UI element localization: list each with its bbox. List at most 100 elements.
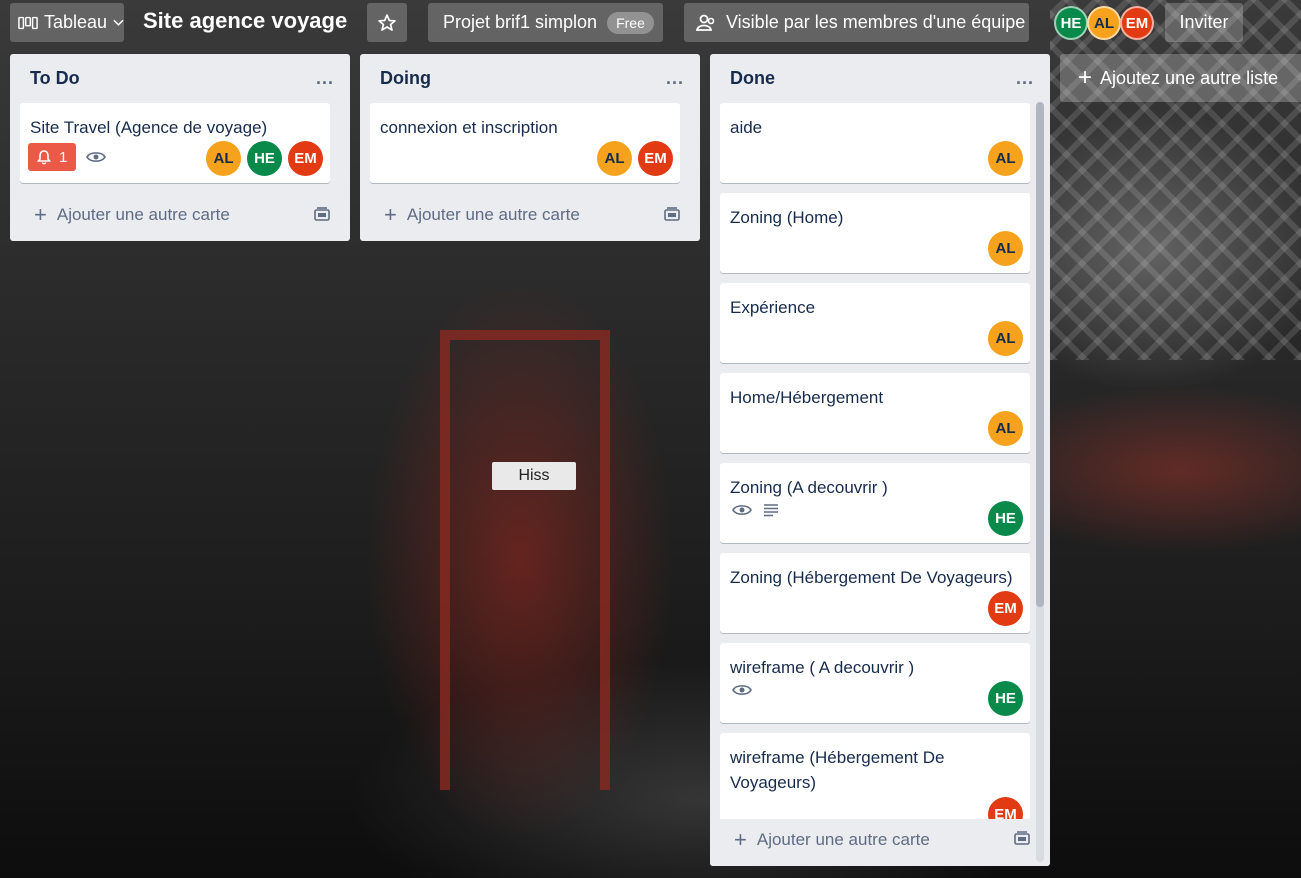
card[interactable]: Zoning (Hébergement De Voyageurs) EM — [720, 553, 1030, 633]
card-members: EM — [988, 591, 1023, 626]
eye-icon — [732, 685, 752, 695]
invite-button[interactable]: Inviter — [1165, 3, 1243, 42]
description-icon — [764, 504, 778, 517]
list-header: Done ... — [710, 54, 1050, 102]
workspace-button[interactable]: Projet brif1 simplon Free — [428, 3, 663, 42]
card[interactable]: Site Travel (Agence de voyage) 1 AL HE E… — [20, 103, 330, 183]
card-title: connexion et inscription — [380, 118, 558, 137]
card-template-icon[interactable] — [1014, 831, 1030, 845]
card-badges — [728, 683, 752, 697]
eye-icon — [86, 152, 107, 162]
card[interactable]: Zoning (A decouvrir ) HE — [720, 463, 1030, 543]
card-title: wireframe (Hébergement De Voyageurs) — [730, 748, 945, 792]
card-title: wireframe ( A decouvrir ) — [730, 658, 915, 677]
card-title: Zoning (Home) — [730, 208, 844, 227]
member-avatar-al[interactable]: AL — [988, 141, 1023, 176]
add-card-label: Ajouter une autre carte — [406, 205, 580, 224]
list-menu-icon[interactable]: ... — [666, 68, 684, 89]
list-menu-icon[interactable]: ... — [1016, 68, 1034, 89]
member-avatar-al[interactable]: AL — [206, 141, 241, 176]
notification-count: 1 — [59, 148, 68, 166]
add-card-footer: + Ajouter une autre carte — [710, 819, 1050, 866]
free-badge: Free — [607, 11, 654, 34]
list-doing: Doing ... connexion et inscription AL EM… — [360, 54, 700, 241]
workspace-label: Projet brif1 simplon — [443, 12, 598, 32]
plus-icon: + — [34, 202, 47, 227]
list-title[interactable]: Doing — [380, 68, 431, 89]
add-card-label: Ajouter une autre carte — [756, 830, 930, 849]
visibility-button[interactable]: Visible par les membres d'une équipe — [684, 3, 1029, 42]
list-header: To Do ... — [10, 54, 350, 102]
list-title[interactable]: Done — [730, 68, 775, 89]
plus-icon: + — [384, 202, 397, 227]
scroll-thumb[interactable] — [1036, 102, 1044, 607]
card[interactable]: Home/Hébergement AL — [720, 373, 1030, 453]
card-members: HE — [988, 501, 1023, 536]
card-members: AL — [988, 141, 1023, 176]
add-list-button[interactable]: + Ajoutez une autre liste — [1060, 54, 1301, 102]
list-title[interactable]: To Do — [30, 68, 80, 89]
background-elevator — [440, 330, 610, 790]
card-template-icon[interactable] — [664, 207, 680, 221]
notification-badge[interactable]: 1 — [28, 143, 77, 171]
board-icon — [18, 16, 38, 29]
member-avatar-al[interactable]: AL — [988, 411, 1023, 446]
card[interactable]: wireframe ( A decouvrir ) HE — [720, 643, 1030, 723]
card[interactable]: wireframe (Hébergement De Voyageurs) EM — [720, 733, 1030, 832]
list-scrollbar[interactable] — [1036, 102, 1044, 862]
card-members: AL — [988, 411, 1023, 446]
card[interactable]: connexion et inscription AL EM — [370, 103, 680, 183]
card-members: HE — [988, 681, 1023, 716]
board-menu-label: Tableau — [44, 12, 108, 32]
member-avatar-he[interactable]: HE — [1054, 6, 1088, 40]
member-avatar-em[interactable]: EM — [288, 141, 323, 176]
add-card-button[interactable]: + Ajouter une autre carte — [34, 204, 230, 226]
invite-label: Inviter — [1179, 12, 1229, 32]
member-avatar-he[interactable]: HE — [988, 501, 1023, 536]
list-todo: To Do ... Site Travel (Agence de voyage)… — [10, 54, 350, 241]
member-avatar-he[interactable]: HE — [247, 141, 282, 176]
card-title: Home/Hébergement — [730, 388, 884, 407]
plus-icon: + — [734, 827, 747, 852]
card-members: AL — [988, 321, 1023, 356]
list-done: Done ... aide AL Zoning (Home) AL Expéri… — [710, 54, 1050, 866]
member-avatar-em[interactable]: EM — [1120, 6, 1154, 40]
member-avatar-al[interactable]: AL — [988, 231, 1023, 266]
eye-icon — [732, 505, 752, 515]
add-card-label: Ajouter une autre carte — [56, 205, 230, 224]
member-avatar-em[interactable]: EM — [988, 591, 1023, 626]
add-card-button[interactable]: + Ajouter une autre carte — [734, 829, 930, 851]
card-title: Expérience — [730, 298, 816, 317]
bell-icon — [37, 149, 51, 164]
team-visibility-icon — [696, 14, 715, 31]
card[interactable]: aide AL — [720, 103, 1030, 183]
card-members: AL HE EM — [206, 141, 323, 176]
board-menu-button[interactable]: Tableau — [10, 3, 124, 42]
star-icon — [378, 13, 396, 31]
visibility-label: Visible par les membres d'une équipe — [726, 12, 1026, 32]
card-title: aide — [730, 118, 763, 137]
list-menu-icon[interactable]: ... — [316, 68, 334, 89]
member-avatar-al[interactable]: AL — [1087, 6, 1121, 40]
plus-icon: + — [1078, 64, 1093, 91]
card-badges — [728, 503, 780, 517]
card-members: AL EM — [597, 141, 673, 176]
member-avatar-al[interactable]: AL — [988, 321, 1023, 356]
card-title: Zoning (Hébergement De Voyageurs) — [730, 568, 1013, 587]
add-list-label: Ajoutez une autre liste — [1100, 67, 1279, 88]
card[interactable]: Zoning (Home) AL — [720, 193, 1030, 273]
star-button[interactable] — [367, 3, 407, 42]
member-avatar-he[interactable]: HE — [988, 681, 1023, 716]
card-badges: 1 — [28, 143, 107, 171]
board-title[interactable]: Site agence voyage — [143, 8, 347, 34]
member-avatar-em[interactable]: EM — [638, 141, 673, 176]
card[interactable]: Expérience AL — [720, 283, 1030, 363]
card-title: Site Travel (Agence de voyage) — [30, 118, 268, 137]
card-template-icon[interactable] — [314, 207, 330, 221]
card-members: AL — [988, 231, 1023, 266]
background-sign: Hiss — [492, 462, 576, 490]
board-header: Tableau Site agence voyage Projet brif1 … — [0, 0, 1301, 46]
list-header: Doing ... — [360, 54, 700, 102]
member-avatar-al[interactable]: AL — [597, 141, 632, 176]
add-card-button[interactable]: + Ajouter une autre carte — [384, 204, 580, 226]
